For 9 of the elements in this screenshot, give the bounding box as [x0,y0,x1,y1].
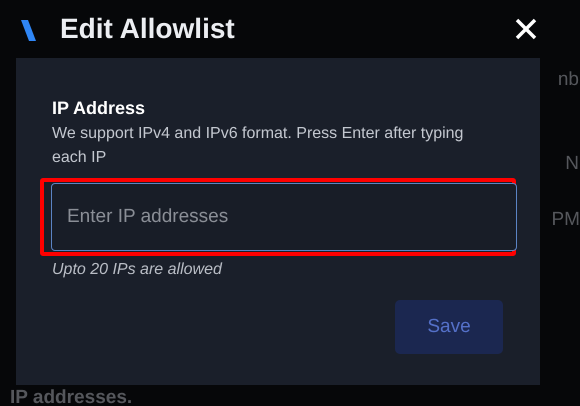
background-text: PM [552,208,580,232]
field-label: IP Address [52,97,146,120]
background-text: nb [558,68,579,92]
ip-input-field[interactable]: Enter IP addresses [51,183,517,251]
dialog-title: Edit Allowlist [60,12,235,46]
field-hint: Upto 20 IPs are allowed [52,260,224,280]
field-description: We support IPv4 and IPv6 format. Press Enter after typing each IP [52,124,464,168]
background-text: IP addresses. [10,386,132,406]
background-text: N [565,152,579,176]
